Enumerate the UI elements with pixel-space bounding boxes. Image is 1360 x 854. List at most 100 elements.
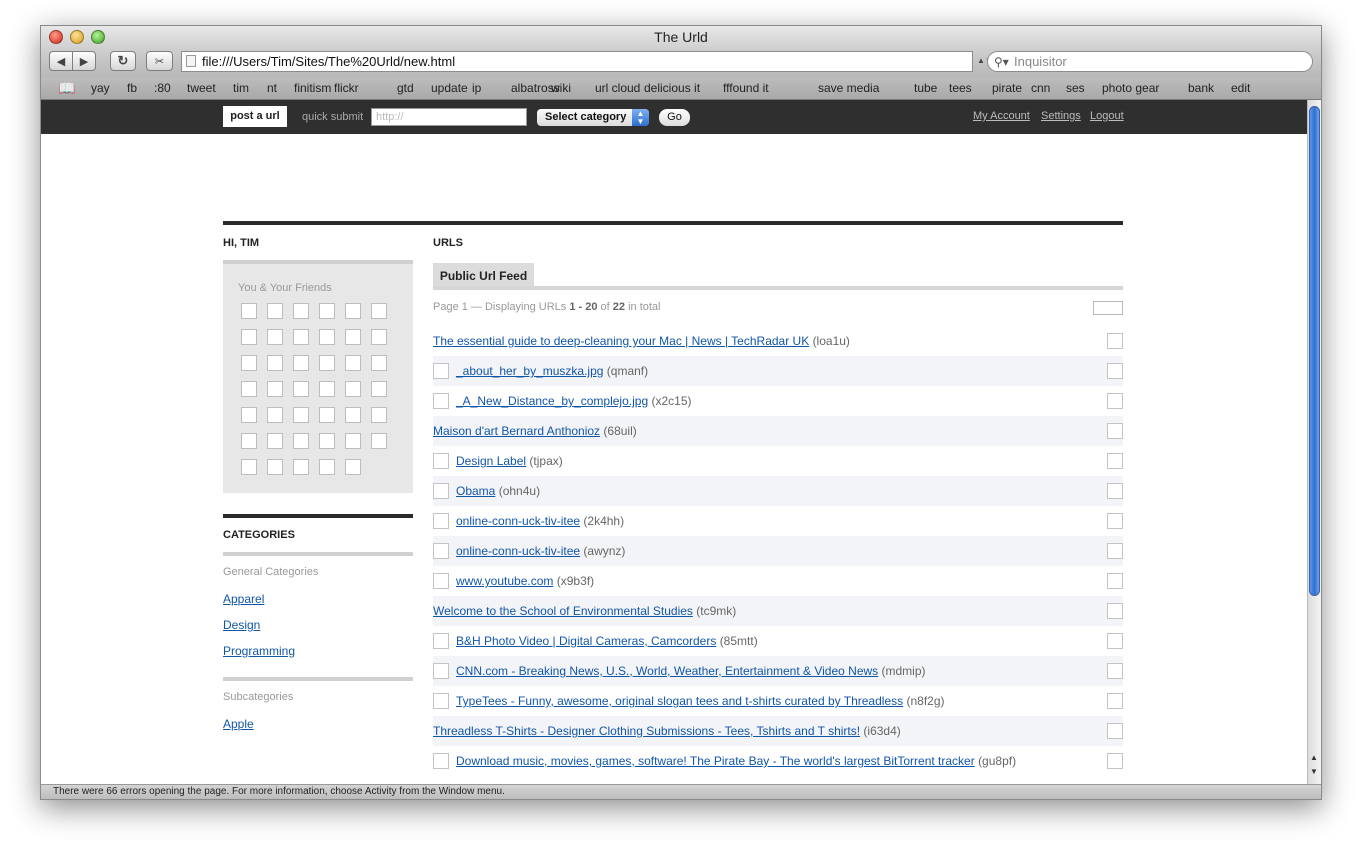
row-thumbnail-checkbox[interactable] — [433, 693, 449, 709]
row-select-checkbox[interactable] — [1107, 453, 1123, 469]
friend-avatar-slot[interactable] — [241, 433, 257, 449]
forward-button[interactable]: ▶ — [72, 51, 96, 71]
bookmarks-book-icon[interactable]: 📖 — [58, 77, 75, 99]
row-thumbnail-checkbox[interactable] — [433, 753, 449, 769]
row-select-checkbox[interactable] — [1107, 483, 1123, 499]
friend-avatar-slot[interactable] — [345, 433, 361, 449]
friend-avatar-slot[interactable] — [319, 329, 335, 345]
url-link[interactable]: TypeTees - Funny, awesome, original slog… — [456, 694, 903, 708]
bookmark-item[interactable]: tim — [233, 77, 249, 99]
url-link[interactable]: Welcome to the School of Environmental S… — [433, 604, 693, 618]
row-select-checkbox[interactable] — [1107, 363, 1123, 379]
bookmark-item[interactable]: nt — [267, 77, 277, 99]
my-account-link[interactable]: My Account — [973, 110, 1030, 122]
row-select-checkbox[interactable] — [1107, 723, 1123, 739]
bookmark-item[interactable]: ses — [1066, 77, 1085, 99]
friend-avatar-slot[interactable] — [371, 407, 387, 423]
friend-avatar-slot[interactable] — [293, 329, 309, 345]
friend-avatar-slot[interactable] — [267, 407, 283, 423]
bookmark-item[interactable]: pirate — [992, 77, 1022, 99]
bookmark-item[interactable]: tees — [949, 77, 972, 99]
subcategory-link-apple[interactable]: Apple — [223, 717, 254, 731]
friend-avatar-slot[interactable] — [241, 459, 257, 475]
friend-avatar-slot[interactable] — [319, 433, 335, 449]
reload-button[interactable]: ↻ — [110, 51, 136, 71]
category-link-programming[interactable]: Programming — [223, 644, 295, 658]
category-select[interactable]: Select category ▲ ▼ — [537, 109, 649, 126]
bookmark-item[interactable]: fb — [127, 77, 137, 99]
friend-avatar-slot[interactable] — [371, 329, 387, 345]
friend-avatar-slot[interactable] — [241, 355, 257, 371]
zoom-window-button[interactable] — [91, 30, 105, 44]
friend-avatar-slot[interactable] — [241, 381, 257, 397]
search-field[interactable]: ⚲▾ Inquisitor — [987, 51, 1313, 72]
vertical-scrollbar[interactable]: ▲ ▼ — [1307, 100, 1321, 784]
minimize-window-button[interactable] — [70, 30, 84, 44]
url-link[interactable]: B&H Photo Video | Digital Cameras, Camco… — [456, 634, 716, 648]
bookmark-item[interactable]: update — [431, 77, 468, 99]
row-thumbnail-checkbox[interactable] — [433, 543, 449, 559]
friend-avatar-slot[interactable] — [371, 303, 387, 319]
row-thumbnail-checkbox[interactable] — [433, 363, 449, 379]
address-bar[interactable]: file:///Users/Tim/Sites/The%20Urld/new.h… — [181, 51, 973, 72]
back-button[interactable]: ◀ — [49, 51, 73, 71]
settings-link[interactable]: Settings — [1041, 110, 1081, 122]
bookmark-item[interactable]: fffound it — [723, 77, 769, 99]
friend-avatar-slot[interactable] — [371, 381, 387, 397]
scroll-down-icon[interactable]: ▼ — [1310, 767, 1318, 776]
row-select-checkbox[interactable] — [1107, 663, 1123, 679]
url-link[interactable]: Threadless T-Shirts - Designer Clothing … — [433, 724, 860, 738]
bookmark-item[interactable]: yay — [91, 77, 110, 99]
url-link[interactable]: CNN.com - Breaking News, U.S., World, We… — [456, 664, 878, 678]
bookmark-item[interactable]: delicious it — [644, 77, 700, 99]
friend-avatar-slot[interactable] — [267, 381, 283, 397]
bookmark-item[interactable]: ip — [472, 77, 481, 99]
friend-avatar-slot[interactable] — [345, 303, 361, 319]
bookmark-item[interactable]: edit — [1231, 77, 1250, 99]
row-select-checkbox[interactable] — [1107, 633, 1123, 649]
url-link[interactable]: The essential guide to deep-cleaning you… — [433, 334, 809, 348]
friend-avatar-slot[interactable] — [345, 459, 361, 475]
row-select-checkbox[interactable] — [1107, 693, 1123, 709]
friend-avatar-slot[interactable] — [267, 433, 283, 449]
friend-avatar-slot[interactable] — [345, 355, 361, 371]
logout-link[interactable]: Logout — [1090, 110, 1124, 122]
row-thumbnail-checkbox[interactable] — [433, 573, 449, 589]
url-link[interactable]: online-conn-uck-tiv-itee — [456, 544, 580, 558]
url-link[interactable]: online-conn-uck-tiv-itee — [456, 514, 580, 528]
friend-avatar-slot[interactable] — [293, 433, 309, 449]
friend-avatar-slot[interactable] — [319, 459, 335, 475]
friend-avatar-slot[interactable] — [267, 355, 283, 371]
friend-avatar-slot[interactable] — [371, 355, 387, 371]
url-link[interactable]: _about_her_by_muszka.jpg — [456, 364, 603, 378]
friend-avatar-slot[interactable] — [241, 329, 257, 345]
row-select-checkbox[interactable] — [1107, 393, 1123, 409]
bookmark-item[interactable]: tweet — [187, 77, 216, 99]
friend-avatar-slot[interactable] — [345, 381, 361, 397]
friend-avatar-slot[interactable] — [293, 303, 309, 319]
row-thumbnail-checkbox[interactable] — [433, 633, 449, 649]
url-link[interactable]: www.youtube.com — [456, 574, 553, 588]
quick-submit-input[interactable]: http:// — [371, 108, 527, 126]
friend-avatar-slot[interactable] — [293, 381, 309, 397]
bookmark-item[interactable]: flickr — [334, 77, 359, 99]
bookmark-item[interactable]: gtd — [397, 77, 414, 99]
close-window-button[interactable] — [49, 30, 63, 44]
row-thumbnail-checkbox[interactable] — [433, 513, 449, 529]
url-link[interactable]: Download music, movies, games, software!… — [456, 754, 975, 768]
friend-avatar-slot[interactable] — [319, 355, 335, 371]
post-url-button[interactable]: post a url — [223, 106, 287, 127]
row-thumbnail-checkbox[interactable] — [433, 453, 449, 469]
row-select-checkbox[interactable] — [1107, 513, 1123, 529]
friend-avatar-slot[interactable] — [241, 407, 257, 423]
friend-avatar-slot[interactable] — [319, 381, 335, 397]
friend-avatar-slot[interactable] — [267, 459, 283, 475]
bookmark-item[interactable]: finitism — [294, 77, 331, 99]
row-select-checkbox[interactable] — [1107, 543, 1123, 559]
friend-avatar-slot[interactable] — [293, 355, 309, 371]
row-select-checkbox[interactable] — [1107, 573, 1123, 589]
friend-avatar-slot[interactable] — [267, 329, 283, 345]
url-link[interactable]: _A_New_Distance_by_complejo.jpg — [456, 394, 648, 408]
bookmark-item[interactable]: wiki — [551, 77, 571, 99]
category-link-apparel[interactable]: Apparel — [223, 592, 264, 606]
